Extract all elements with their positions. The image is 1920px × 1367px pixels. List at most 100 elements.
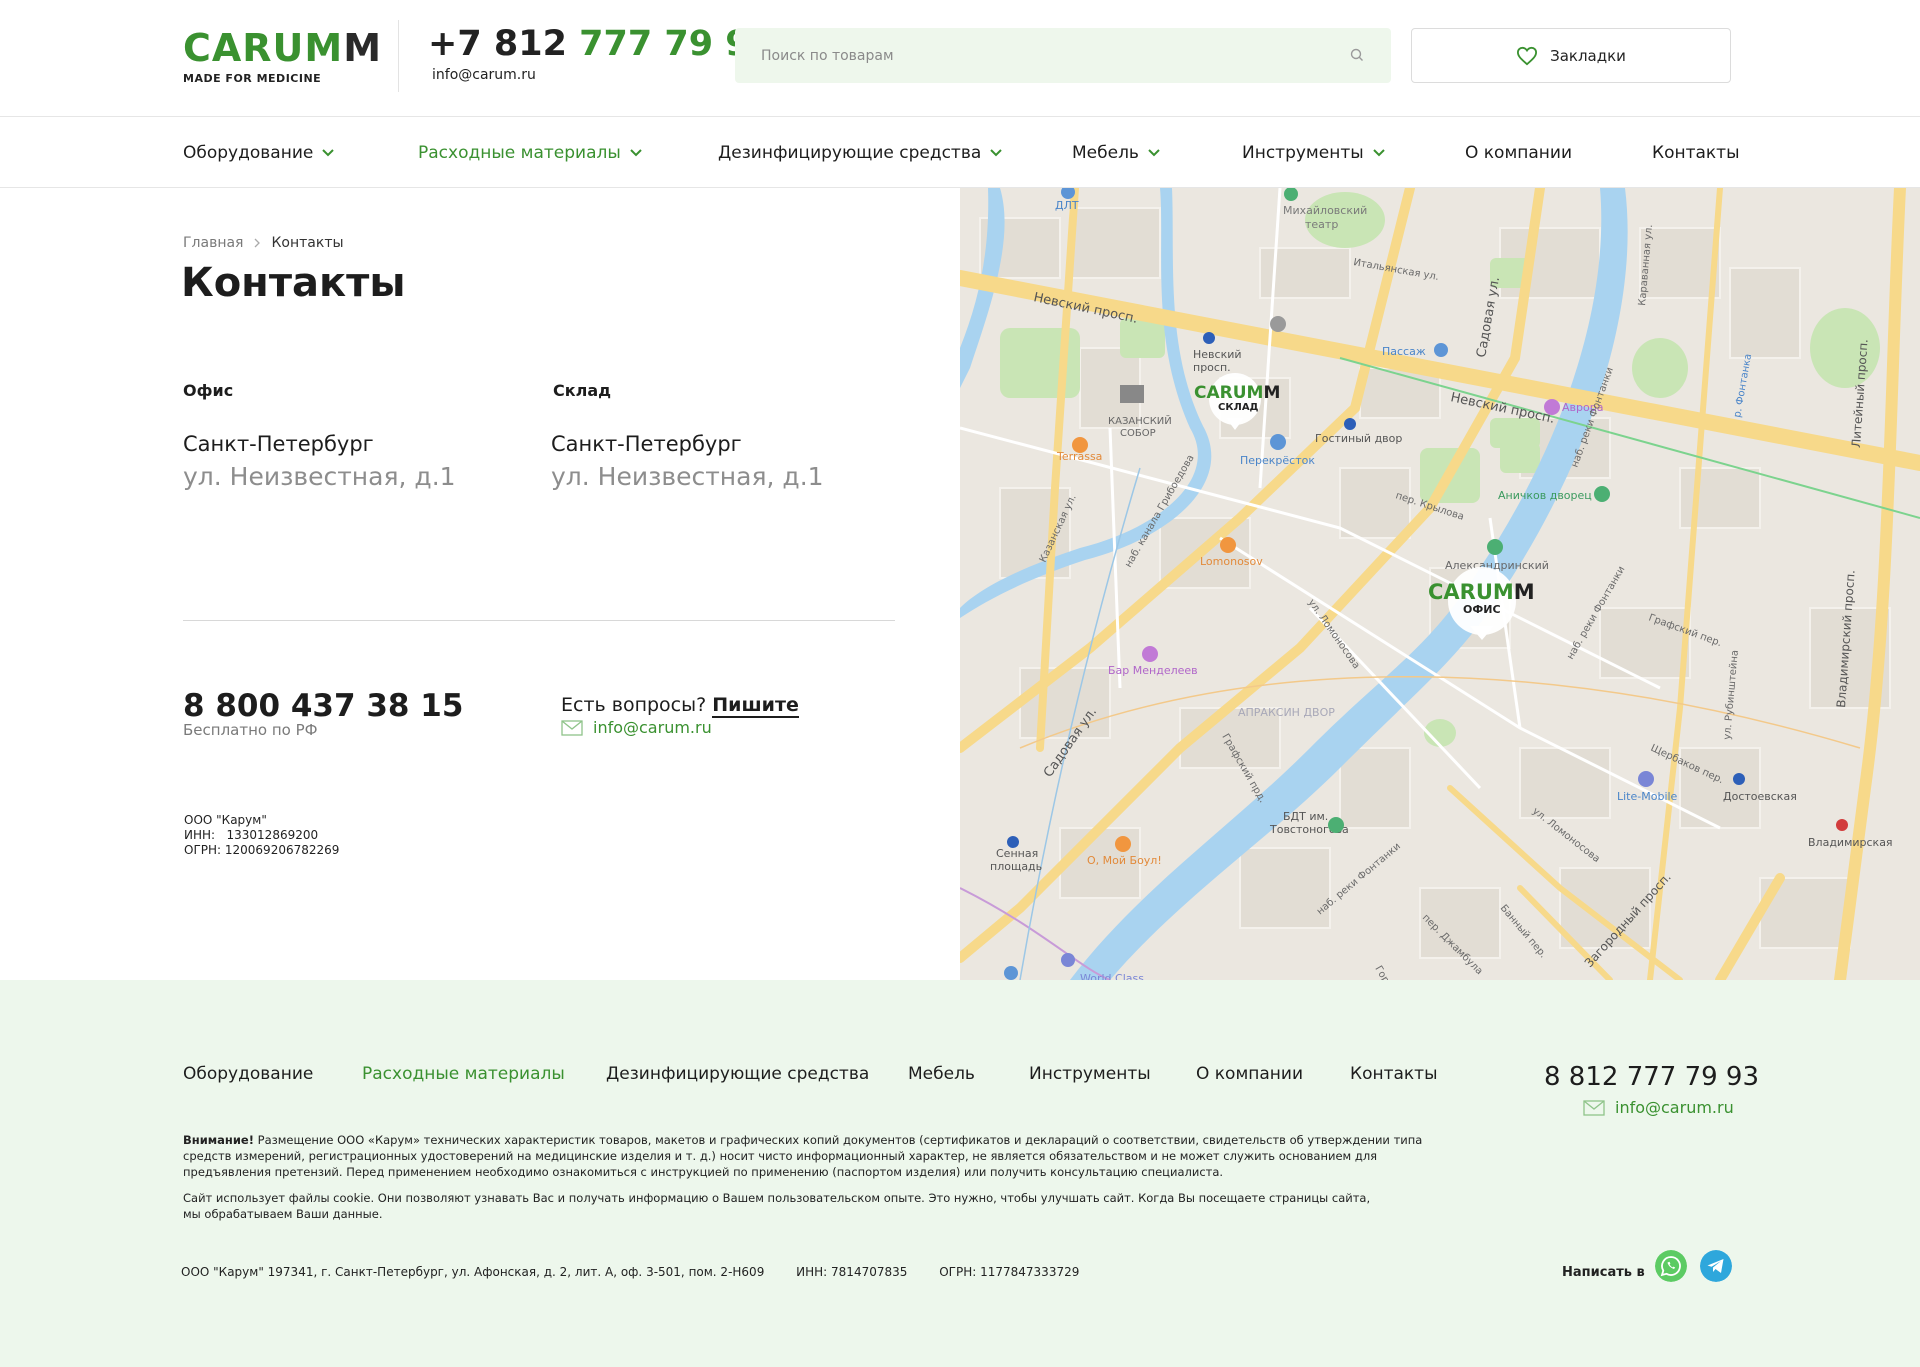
map-label: Бар Менделеев (1108, 664, 1198, 677)
mail-icon (561, 719, 583, 736)
map-label: просп. (1193, 361, 1231, 374)
shop-icon (1434, 343, 1448, 357)
legal-info: ООО "Карум" 197341, г. Санкт-Петербург, … (181, 1265, 1107, 1279)
logo-subtitle: MADE FOR MEDICINE (183, 72, 322, 85)
header-divider (398, 20, 399, 92)
map-label: СОБОР (1120, 428, 1156, 439)
nav-label: Инструменты (1242, 143, 1364, 163)
map-label: Сенная (996, 847, 1038, 860)
org-inn: ИНН: 133012869200 (184, 828, 319, 842)
footer-email[interactable]: info@carum.ru (1583, 1098, 1734, 1117)
warehouse-address: ул. Неизвестная, д.1 (551, 462, 824, 491)
logo-word: CARUM (183, 26, 344, 70)
org-ogrn: ОГРН: 120069206782269 (184, 843, 340, 857)
theatre-icon (1328, 817, 1344, 833)
chevron-right-icon (255, 238, 261, 248)
nav-item-about[interactable]: О компании (1465, 143, 1572, 163)
toll-free-phone[interactable]: 8 800 437 38 15 (183, 688, 463, 724)
page-title: Контакты (181, 260, 406, 306)
nav-item-disinfectants[interactable]: Дезинфицирующие средства (718, 143, 1003, 163)
footer-nav-instruments[interactable]: Инструменты (1029, 1064, 1151, 1084)
footer-nav-contacts[interactable]: Контакты (1350, 1064, 1438, 1084)
footer-nav-furniture[interactable]: Мебель (908, 1064, 975, 1084)
map-label: Пассаж (1382, 345, 1426, 358)
map-label: Михайловский (1283, 204, 1367, 217)
footer-phone[interactable]: 8 812 777 79 93 (1544, 1062, 1759, 1092)
warehouse-logo: CARUMM (1194, 383, 1280, 403)
search-icon[interactable] (1349, 47, 1365, 63)
shop-icon (1004, 966, 1018, 980)
footer-nav-disinfectants[interactable]: Дезинфицирующие средства (606, 1064, 869, 1084)
contact-email[interactable]: info@carum.ru (561, 718, 712, 737)
chevron-down-icon (322, 149, 335, 157)
gym-icon (1061, 953, 1075, 967)
map-label: Достоевская (1723, 790, 1797, 803)
contacts-panel: Главная Контакты Контакты Офис Санкт-Пет… (0, 188, 960, 980)
mail-icon (1583, 1099, 1605, 1116)
landmark-icon (1594, 486, 1610, 502)
map-label: Гостиный двор (1315, 432, 1402, 445)
whatsapp-icon[interactable] (1655, 1250, 1687, 1282)
legal-inn: ИНН: 7814707835 (796, 1265, 908, 1279)
search-input[interactable] (735, 28, 1335, 83)
write-in-label: Написать в (1562, 1265, 1645, 1280)
nav-item-equipment[interactable]: Оборудование (183, 143, 335, 163)
map-label: Владимирская (1808, 836, 1893, 849)
nav-item-furniture[interactable]: Мебель (1072, 143, 1161, 163)
footer-nav-consumables[interactable]: Расходные материалы (362, 1064, 565, 1084)
office-city: Санкт-Петербург (183, 432, 374, 456)
telegram-icon[interactable] (1700, 1250, 1732, 1282)
breadcrumb: Главная Контакты (183, 235, 344, 251)
chevron-down-icon (630, 149, 642, 157)
chevron-down-icon (1372, 149, 1385, 157)
write-link[interactable]: Пишите (712, 694, 799, 718)
disclaimer-bold: Внимание! (183, 1133, 254, 1147)
cafe-icon (1220, 537, 1236, 553)
bookmarks-button[interactable]: Закладки (1411, 28, 1731, 83)
cathedral-icon (1120, 385, 1144, 403)
footer: Оборудование Расходные материалы Дезинфи… (0, 980, 1920, 1367)
map-label: World Class (1080, 972, 1144, 980)
question-prompt: Есть вопросы? Пишите (561, 694, 799, 718)
nav-item-consumables[interactable]: Расходные материалы (418, 143, 643, 163)
map-label: О, Мой Боул! (1087, 854, 1162, 867)
logo-m: M (343, 26, 383, 70)
map-label: Александринский (1445, 559, 1549, 572)
nav-label: Мебель (1072, 143, 1139, 163)
map-label: БДТ им. (1283, 810, 1328, 823)
nav-item-instruments[interactable]: Инструменты (1242, 143, 1386, 163)
metro-icon (1344, 418, 1356, 430)
map-label: театр (1305, 218, 1338, 231)
main-nav: Оборудование Расходные материалы Дезинфи… (0, 117, 1920, 188)
restaurant-icon (1115, 836, 1131, 852)
nav-label: Дезинфицирующие средства (718, 143, 982, 163)
phone-prefix: +7 812 (428, 24, 567, 64)
map-label: КАЗАНСКИЙ (1108, 414, 1172, 427)
nav-item-contacts[interactable]: Контакты (1652, 143, 1740, 163)
toll-free-note: Бесплатно по РФ (183, 721, 318, 739)
footer-nav-equipment[interactable]: Оборудование (183, 1064, 313, 1084)
map-canvas[interactable]: ДЛТ Михайловский театр Итальянская ул. Н… (960, 188, 1920, 980)
footer-nav-about[interactable]: О компании (1196, 1064, 1303, 1084)
office-logo: CARUMM (1428, 580, 1535, 604)
map-label: Lomonosov (1200, 555, 1263, 568)
warehouse-label: Склад (553, 381, 612, 400)
restaurant-icon (1072, 437, 1088, 453)
question-text: Есть вопросы? (561, 694, 707, 716)
legal-ogrn: ОГРН: 1177847333729 (939, 1265, 1080, 1279)
office-label: Офис (183, 381, 234, 400)
nav-label: Расходные материалы (418, 143, 621, 163)
logo[interactable]: CARUMM MADE FOR MEDICINE (183, 28, 382, 85)
office-address: ул. Неизвестная, д.1 (183, 462, 456, 491)
map[interactable]: ДЛТ Михайловский театр Итальянская ул. Н… (960, 188, 1920, 980)
shop-icon (1270, 434, 1286, 450)
chevron-down-icon (990, 149, 1002, 157)
theatre-icon (1487, 539, 1503, 555)
breadcrumb-home[interactable]: Главная (183, 235, 243, 251)
office-tag: ОФИС (1463, 603, 1501, 616)
header-email[interactable]: info@carum.ru (432, 67, 536, 83)
breadcrumb-current: Контакты (271, 235, 344, 251)
cookie-notice: Сайт использует файлы cookie. Они позвол… (183, 1191, 1371, 1221)
header: CARUMM MADE FOR MEDICINE +7 812 777 79 9… (0, 0, 1920, 117)
header-phone[interactable]: +7 812 777 79 93 (428, 24, 774, 64)
